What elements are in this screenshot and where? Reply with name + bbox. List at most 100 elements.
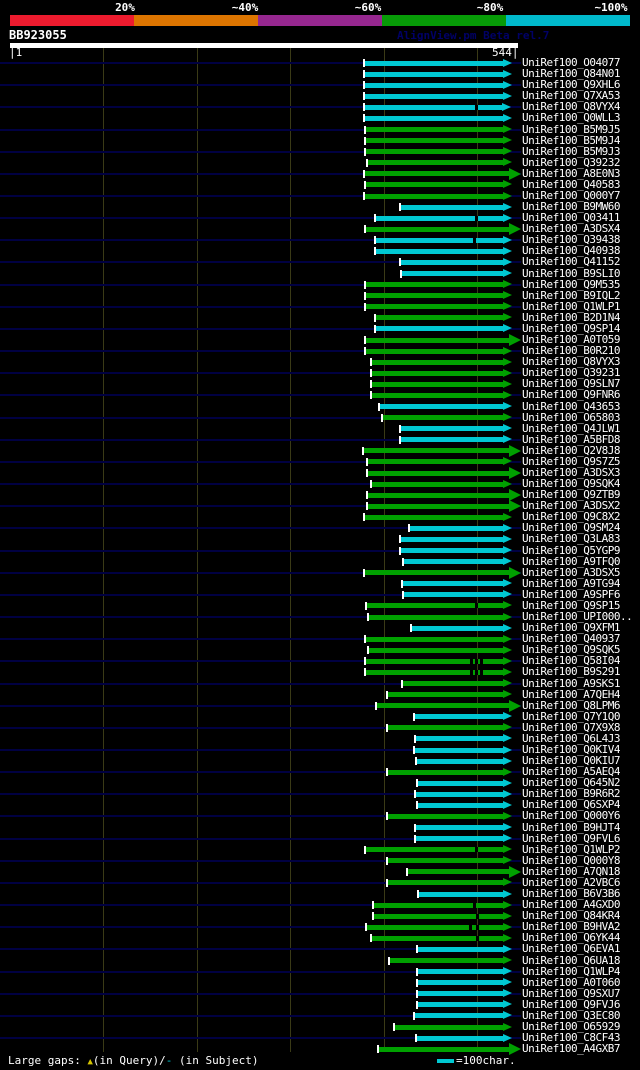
- alignment-bar[interactable]: [416, 1035, 504, 1041]
- alignment-bar[interactable]: [400, 204, 504, 210]
- alignment-bar[interactable]: [365, 127, 504, 132]
- alignment-bar[interactable]: [375, 237, 504, 243]
- hit-label[interactable]: UniRef100_B9S291: [522, 666, 620, 677]
- alignment-bar[interactable]: [371, 481, 504, 487]
- alignment-bar[interactable]: [364, 71, 504, 77]
- alignment-bar[interactable]: [387, 725, 504, 731]
- alignment-bar[interactable]: [400, 259, 504, 265]
- alignment-bar[interactable]: [394, 1024, 504, 1030]
- hit-label[interactable]: UniRef100_B5M9J5: [522, 124, 620, 135]
- hit-label[interactable]: UniRef100_A7QEH4: [522, 689, 620, 700]
- hit-label[interactable]: UniRef100_B9HJT4: [522, 822, 620, 833]
- alignment-bar[interactable]: [365, 847, 504, 853]
- alignment-bar[interactable]: [365, 149, 504, 155]
- hit-label[interactable]: UniRef100_Q9M535: [522, 279, 620, 290]
- alignment-bar[interactable]: [387, 880, 504, 886]
- alignment-bar[interactable]: [364, 60, 504, 66]
- alignment-bar[interactable]: [368, 614, 504, 620]
- hit-label[interactable]: UniRef100_Q5YGP9: [522, 545, 620, 556]
- hit-label[interactable]: UniRef100_B5M9J3: [522, 146, 620, 157]
- alignment-bar[interactable]: [417, 991, 504, 997]
- alignment-bar[interactable]: [400, 426, 504, 432]
- alignment-bar[interactable]: [371, 359, 504, 365]
- alignment-bar[interactable]: [416, 758, 504, 764]
- alignment-bar[interactable]: [415, 825, 504, 830]
- alignment-bar[interactable]: [402, 681, 504, 686]
- alignment-bar[interactable]: [403, 559, 504, 565]
- alignment-bar[interactable]: [415, 836, 504, 842]
- alignment-bar[interactable]: [371, 935, 504, 941]
- alignment-bar[interactable]: [417, 969, 504, 975]
- alignment-bar[interactable]: [365, 282, 504, 288]
- alignment-bar[interactable]: [417, 980, 504, 986]
- hit-label[interactable]: UniRef100_Q41152: [522, 256, 620, 267]
- hit-label[interactable]: UniRef100_Q3LA83: [522, 533, 620, 544]
- hit-label[interactable]: UniRef100_Q8LPM6: [522, 700, 620, 711]
- alignment-bar[interactable]: [364, 115, 504, 121]
- alignment-bar[interactable]: [365, 658, 504, 664]
- alignment-bar[interactable]: [417, 780, 504, 786]
- alignment-bar[interactable]: [367, 160, 504, 166]
- alignment-bar[interactable]: [379, 404, 504, 409]
- alignment-bar[interactable]: [368, 647, 504, 653]
- hit-label[interactable]: UniRef100_A4GXB7: [522, 1043, 620, 1054]
- hit-label[interactable]: UniRef100_Q0WLL3: [522, 112, 620, 123]
- alignment-bar[interactable]: [418, 891, 504, 897]
- alignment-bar[interactable]: [417, 946, 504, 952]
- alignment-bar[interactable]: [364, 514, 504, 520]
- alignment-bar[interactable]: [414, 714, 504, 720]
- alignment-bar[interactable]: [365, 138, 504, 144]
- alignment-bar[interactable]: [414, 1013, 504, 1019]
- alignment-bar[interactable]: [365, 348, 504, 354]
- alignment-bar[interactable]: [387, 769, 504, 775]
- alignment-bar[interactable]: [401, 271, 504, 276]
- hit-label[interactable]: UniRef100_B9SLI0: [522, 268, 620, 279]
- hit-label[interactable]: UniRef100_Q4JLW1: [522, 423, 620, 434]
- alignment-bar[interactable]: [387, 813, 504, 819]
- alignment-bar[interactable]: [365, 636, 504, 642]
- alignment-bar[interactable]: [364, 570, 509, 576]
- alignment-bar[interactable]: [375, 215, 504, 221]
- alignment-bar[interactable]: [417, 802, 504, 808]
- alignment-bar[interactable]: [365, 182, 504, 188]
- alignment-bar[interactable]: [382, 415, 504, 421]
- alignment-bar[interactable]: [387, 858, 504, 864]
- alignment-bar[interactable]: [373, 913, 504, 919]
- hit-label[interactable]: UniRef100_B5M9J4: [522, 135, 620, 146]
- alignment-bar[interactable]: [364, 93, 504, 99]
- alignment-bar[interactable]: [365, 337, 509, 343]
- alignment-bar[interactable]: [389, 958, 504, 963]
- alignment-bar[interactable]: [375, 315, 504, 321]
- hit-label[interactable]: UniRef100_Q9FNR6: [522, 389, 620, 400]
- alignment-bar[interactable]: [409, 525, 504, 531]
- alignment-bar[interactable]: [364, 82, 504, 88]
- alignment-bar[interactable]: [363, 448, 509, 454]
- alignment-bar[interactable]: [415, 791, 504, 797]
- alignment-bar[interactable]: [414, 747, 504, 753]
- alignment-bar[interactable]: [367, 459, 504, 465]
- alignment-bar[interactable]: [403, 592, 504, 598]
- alignment-bar[interactable]: [375, 326, 504, 332]
- alignment-bar[interactable]: [367, 503, 509, 509]
- alignment-bar[interactable]: [371, 370, 504, 376]
- alignment-bar[interactable]: [400, 536, 504, 542]
- alignment-bar[interactable]: [373, 902, 504, 908]
- alignment-bar[interactable]: [415, 736, 504, 742]
- alignment-bar[interactable]: [371, 381, 504, 387]
- hit-label[interactable]: UniRef100_Q000Y6: [522, 810, 620, 821]
- alignment-bar[interactable]: [375, 248, 504, 254]
- alignment-bar[interactable]: [387, 692, 504, 698]
- hit-label[interactable]: UniRef100_Q1WLP4: [522, 966, 620, 977]
- alignment-bar[interactable]: [378, 1046, 509, 1052]
- alignment-bar[interactable]: [407, 869, 509, 875]
- hit-label[interactable]: UniRef100_Q6EVA1: [522, 943, 620, 954]
- hit-label[interactable]: UniRef100_A0T060: [522, 977, 620, 988]
- hit-label[interactable]: UniRef100_A9TFQ0: [522, 556, 620, 567]
- alignment-bar[interactable]: [417, 1002, 504, 1008]
- alignment-bar[interactable]: [364, 171, 509, 177]
- alignment-bar[interactable]: [365, 669, 504, 675]
- hit-label[interactable]: UniRef100_A9SKS1: [522, 678, 620, 689]
- alignment-bar[interactable]: [402, 581, 504, 587]
- alignment-bar[interactable]: [365, 226, 509, 232]
- hit-label[interactable]: UniRef100_Q9FVL6: [522, 833, 620, 844]
